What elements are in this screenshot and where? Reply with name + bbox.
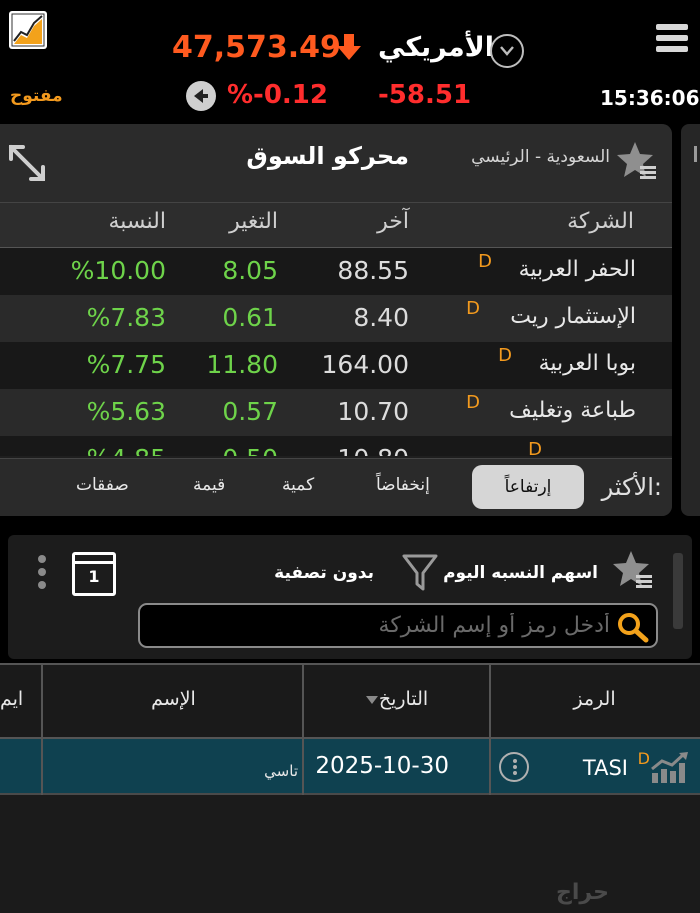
row-date-cell[interactable]: 2025-10-30 bbox=[304, 739, 489, 795]
percent-change: %10.00 bbox=[70, 256, 166, 285]
percent-change: %5.63 bbox=[86, 397, 166, 426]
clock-time: 15:36:06 bbox=[600, 86, 700, 110]
percent-change: %4.85 bbox=[87, 444, 166, 456]
stocks-grid: الرمز التاريخ الإسم ايم D TASI 2025-10-3… bbox=[0, 663, 700, 913]
app-logo-chart-icon[interactable] bbox=[9, 11, 47, 49]
index-change-value: -58.51 bbox=[378, 80, 472, 110]
price-change: 0.57 bbox=[222, 397, 278, 426]
col-date-label: التاريخ bbox=[304, 688, 489, 710]
last-price: 10.80 bbox=[337, 444, 409, 456]
price-change: 11.80 bbox=[206, 350, 278, 379]
today-stocks-title: اسهم النسبه اليوم bbox=[443, 563, 598, 583]
company-name: بوبا العربية bbox=[538, 351, 636, 376]
haraj-watermark: حراج bbox=[556, 880, 609, 905]
col-name[interactable]: الإسم bbox=[43, 663, 304, 739]
index-change-percent: %-0.12 bbox=[227, 80, 328, 110]
company-name: الحفر العربية bbox=[518, 257, 636, 282]
d-flag: D bbox=[528, 439, 542, 456]
col-percent[interactable]: النسبة bbox=[108, 209, 166, 234]
card-scrollbar[interactable] bbox=[673, 553, 683, 629]
col-extra[interactable]: ايم bbox=[0, 663, 43, 739]
d-flag: D bbox=[498, 345, 512, 366]
filter-status[interactable]: بدون تصفية bbox=[274, 563, 374, 583]
price-change: 0.61 bbox=[222, 303, 278, 332]
index-name: الأمريكي bbox=[378, 32, 495, 63]
market-status: مفتوح bbox=[10, 86, 63, 106]
d-flag: D bbox=[466, 298, 480, 319]
symbol-text: TASI bbox=[582, 756, 628, 780]
name-text: تاسي bbox=[264, 762, 298, 780]
movers-column-headers: الشركة آخر التغير النسبة bbox=[0, 202, 672, 248]
more-options-icon[interactable] bbox=[38, 555, 46, 594]
date-text: 2025-10-30 bbox=[315, 753, 449, 779]
company-name: طباعة وتغليف bbox=[509, 398, 636, 423]
grid-divider bbox=[41, 663, 43, 795]
col-date-text: التاريخ bbox=[378, 688, 429, 710]
hamburger-menu-icon[interactable] bbox=[656, 24, 688, 56]
col-symbol[interactable]: الرمز bbox=[489, 663, 700, 739]
index-selector-chevron-down-icon[interactable] bbox=[490, 34, 524, 68]
col-extra-label: ايم bbox=[0, 688, 24, 710]
col-date[interactable]: التاريخ bbox=[304, 663, 489, 739]
most-filter-bar: الأكثر: إرتفاعاً إنخفاضاً كمية قيمة صفقا… bbox=[0, 458, 672, 516]
search-input[interactable] bbox=[150, 609, 610, 642]
table-row[interactable]: D 10.80 0.50 %4.85 bbox=[0, 436, 672, 456]
expand-icon[interactable] bbox=[6, 142, 48, 188]
percent-change: %7.83 bbox=[86, 303, 166, 332]
d-flag: D bbox=[478, 251, 492, 272]
movers-list: D الحفر العربية 88.55 8.05 %10.00 D الإس… bbox=[0, 248, 672, 456]
d-flag: D bbox=[466, 392, 480, 413]
last-price: 88.55 bbox=[337, 256, 409, 285]
calendar-day: 1 bbox=[88, 567, 100, 586]
favorites-star-icon[interactable] bbox=[616, 140, 658, 186]
last-price: 164.00 bbox=[321, 350, 409, 379]
row-name-cell[interactable]: تاسي bbox=[43, 739, 304, 795]
market-movers-header: محركو السوق السعودية - الرئيسي bbox=[0, 124, 672, 202]
grid-divider bbox=[302, 663, 304, 795]
trend-chart-icon bbox=[650, 751, 690, 789]
table-row[interactable]: D الحفر العربية 88.55 8.05 %10.00 bbox=[0, 248, 672, 295]
filter-option-deals[interactable]: صفقات bbox=[76, 475, 129, 495]
last-price: 10.70 bbox=[337, 397, 409, 426]
filter-funnel-icon[interactable] bbox=[402, 553, 438, 597]
table-row[interactable]: D بوبا العربية 164.00 11.80 %7.75 bbox=[0, 342, 672, 389]
favorites-star-icon[interactable] bbox=[612, 549, 654, 595]
table-row[interactable]: D طباعة وتغليف 10.70 0.57 %5.63 bbox=[0, 389, 672, 436]
filter-option-volume[interactable]: كمية bbox=[282, 475, 314, 495]
col-change[interactable]: التغير bbox=[229, 209, 278, 234]
col-symbol-label: الرمز bbox=[573, 688, 616, 710]
filter-option-falling[interactable]: إنخفاضاً bbox=[376, 475, 430, 495]
row-symbol-cell[interactable]: D TASI bbox=[489, 739, 700, 795]
col-name-label: الإسم bbox=[151, 688, 196, 710]
info-dots-icon[interactable] bbox=[499, 752, 529, 782]
next-card-peek[interactable] bbox=[681, 124, 700, 516]
market-movers-card: محركو السوق السعودية - الرئيسي الشركة آخ… bbox=[0, 124, 672, 516]
percent-change: %7.75 bbox=[86, 350, 166, 379]
col-company[interactable]: الشركة bbox=[567, 209, 634, 234]
filter-option-value[interactable]: قيمة bbox=[193, 475, 225, 495]
table-row[interactable]: D الإستثمار ريت 8.40 0.61 %7.83 bbox=[0, 295, 672, 342]
filter-option-rising[interactable]: إرتفاعاً bbox=[472, 465, 584, 509]
market-movers-title: محركو السوق bbox=[246, 142, 409, 170]
top-header: 47,573.49 الأمريكي مفتوح %-0.12 -58.51 1… bbox=[0, 0, 700, 118]
back-arrow-icon[interactable] bbox=[186, 81, 216, 111]
sort-down-icon bbox=[365, 695, 378, 704]
market-selector[interactable]: السعودية - الرئيسي bbox=[471, 147, 610, 167]
index-value: 47,573.49 bbox=[172, 30, 341, 65]
row-extra-cell[interactable] bbox=[0, 739, 43, 795]
col-last[interactable]: آخر bbox=[377, 209, 409, 234]
search-icon[interactable] bbox=[616, 611, 650, 647]
grid-divider bbox=[489, 663, 491, 795]
last-price: 8.40 bbox=[353, 303, 409, 332]
search-box bbox=[138, 603, 658, 648]
calendar-icon[interactable]: 1 bbox=[72, 552, 116, 596]
arrow-down-icon bbox=[336, 32, 362, 66]
price-change: 0.50 bbox=[222, 444, 278, 456]
today-stocks-card: اسهم النسبه اليوم بدون تصفية 1 bbox=[8, 535, 692, 659]
price-change: 8.05 bbox=[222, 256, 278, 285]
most-filter-label: الأكثر: bbox=[601, 473, 662, 501]
company-name: الإستثمار ريت bbox=[510, 304, 636, 329]
d-flag: D bbox=[637, 749, 650, 768]
